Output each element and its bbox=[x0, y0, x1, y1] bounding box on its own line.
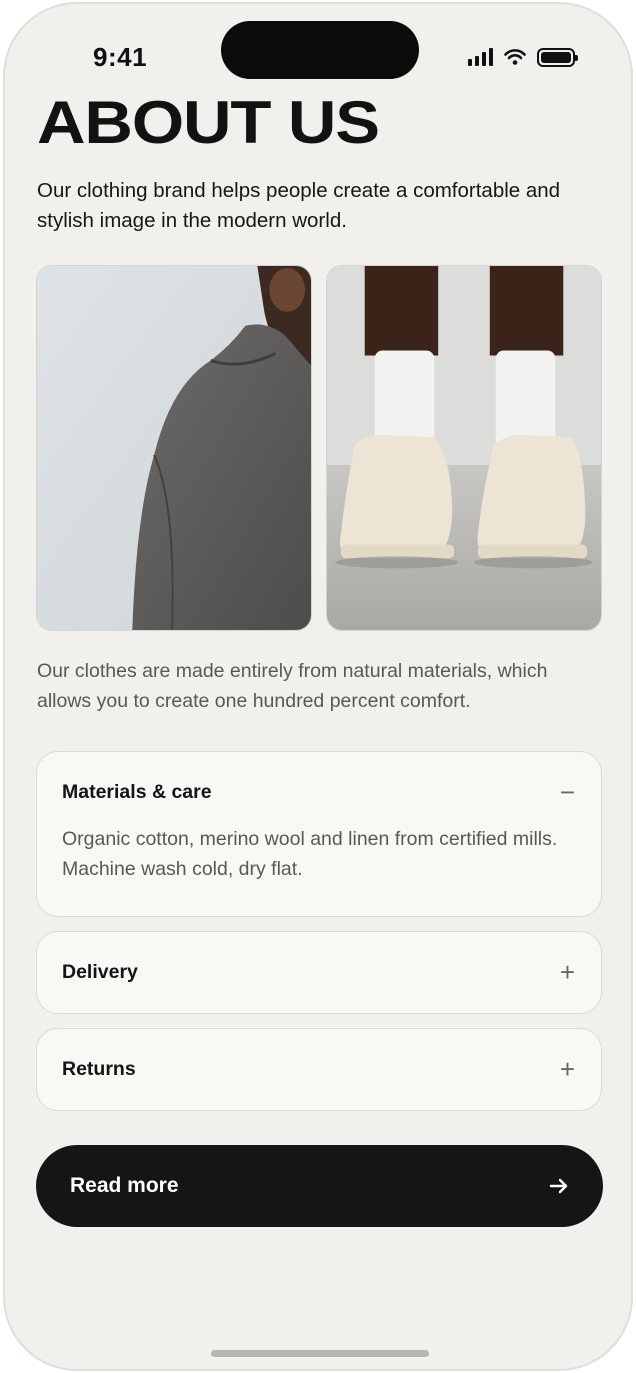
accordion-delivery: Delivery + bbox=[36, 931, 602, 1014]
status-time: 9:41 bbox=[93, 42, 148, 72]
wifi-icon bbox=[504, 49, 526, 65]
status-icons bbox=[468, 46, 578, 68]
accordion-label: Materials & care bbox=[62, 780, 212, 803]
read-more-button[interactable]: Read more bbox=[36, 1145, 603, 1227]
sneakers-photo bbox=[326, 265, 602, 631]
accordion-returns: Returns + bbox=[36, 1028, 602, 1111]
accordion-label: Delivery bbox=[62, 960, 138, 983]
accordion-label: Returns bbox=[62, 1057, 136, 1080]
body-text: Our clothes are made entirely from natur… bbox=[37, 660, 548, 712]
accordion-content: Organic cotton, merino wool and linen fr… bbox=[62, 828, 558, 880]
accordion-materials-care: Materials & care − Organic cotton, merin… bbox=[36, 751, 602, 917]
collapse-icon[interactable]: − bbox=[560, 779, 575, 805]
intro-text: Our clothing brand helps people create a… bbox=[37, 179, 561, 232]
accordion-header[interactable]: Delivery + bbox=[37, 932, 601, 1012]
home-indicator[interactable] bbox=[211, 1350, 429, 1357]
hoodie-photo bbox=[36, 265, 312, 631]
accordion-header[interactable]: Returns + bbox=[37, 1029, 601, 1109]
phone-frame: 9:41 ABOUT US Our clothing brand helps p… bbox=[3, 2, 633, 1371]
arrow-right-icon bbox=[549, 1178, 568, 1194]
accordion-header[interactable]: Materials & care − bbox=[37, 752, 601, 832]
battery-icon bbox=[537, 47, 578, 67]
expand-icon[interactable]: + bbox=[560, 1056, 575, 1082]
read-more-label: Read more bbox=[70, 1174, 179, 1197]
expand-icon[interactable]: + bbox=[560, 959, 575, 985]
signal-icon bbox=[468, 48, 493, 66]
page-title: ABOUT US bbox=[37, 89, 380, 156]
status-bar: 9:41 bbox=[5, 4, 631, 94]
dynamic-island bbox=[221, 21, 419, 79]
